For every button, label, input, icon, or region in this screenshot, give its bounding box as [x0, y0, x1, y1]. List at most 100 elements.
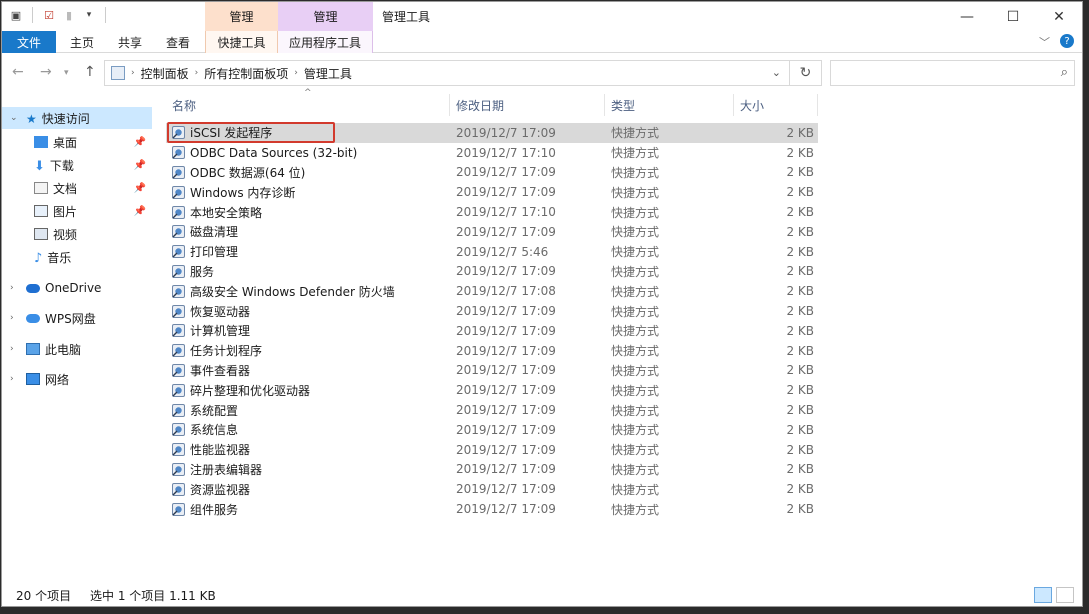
sidebar-item-videos[interactable]: 视频 [2, 223, 152, 245]
tab-file[interactable]: 文件 [2, 31, 56, 53]
chevron-right-icon[interactable]: › [294, 68, 298, 78]
pin-icon[interactable]: 📌 [134, 160, 146, 171]
table-row[interactable]: ODBC Data Sources (32-bit) 2019/12/7 17:1… [166, 143, 818, 163]
context-tab-manage-tools[interactable]: 管理 [205, 2, 278, 31]
file-name-cell[interactable]: 恢复驱动器 [171, 303, 250, 320]
maximize-button[interactable]: ☐ [990, 2, 1036, 31]
file-name-cell[interactable]: 组件服务 [171, 501, 238, 518]
sidebar-item-quick-access[interactable]: ⌄ ★ 快速访问 [2, 107, 152, 129]
table-row[interactable]: 注册表编辑器 2019/12/7 17:09 快捷方式 2 KB [166, 460, 818, 480]
breadcrumb-control-panel[interactable]: 控制面板 [141, 65, 189, 82]
column-header-size[interactable]: 大小 [734, 94, 818, 116]
context-tab-manage-app[interactable]: 管理 [278, 2, 373, 31]
table-row[interactable]: 系统配置 2019/12/7 17:09 快捷方式 2 KB [166, 400, 818, 420]
pin-icon[interactable]: 📌 [134, 183, 146, 194]
file-name-cell[interactable]: 打印管理 [171, 243, 238, 260]
table-row[interactable]: 碎片整理和优化驱动器 2019/12/7 17:09 快捷方式 2 KB [166, 380, 818, 400]
recent-locations-icon[interactable]: ▾ [64, 68, 69, 78]
sidebar-item-network[interactable]: › 网络 [2, 368, 152, 390]
tab-shortcut-tools[interactable]: 快捷工具 [205, 31, 278, 53]
new-folder-icon[interactable]: ▮ [61, 7, 77, 23]
back-arrow-icon[interactable]: ← [12, 64, 24, 80]
file-name-cell[interactable]: 计算机管理 [171, 322, 250, 339]
sidebar-item-pictures[interactable]: 图片 📌 [2, 200, 152, 222]
sidebar-item-downloads[interactable]: ⬇ 下载 📌 [2, 154, 152, 176]
search-icon[interactable]: ⌕ [1061, 65, 1068, 80]
chevron-down-icon[interactable]: ⌄ [772, 66, 781, 79]
table-row[interactable]: 任务计划程序 2019/12/7 17:09 快捷方式 2 KB [166, 341, 818, 361]
help-icon[interactable]: ? [1060, 34, 1074, 48]
admin-tool-shortcut-icon [171, 224, 186, 239]
tab-application-tools[interactable]: 应用程序工具 [278, 31, 373, 53]
column-header-date[interactable]: 修改日期 [450, 94, 605, 116]
close-button[interactable]: ✕ [1036, 2, 1082, 31]
table-row[interactable]: Windows 内存诊断 2019/12/7 17:09 快捷方式 2 KB [166, 182, 818, 202]
file-name-cell[interactable]: 本地安全策略 [171, 204, 262, 221]
table-row[interactable]: 打印管理 2019/12/7 5:46 快捷方式 2 KB [166, 242, 818, 262]
breadcrumb-admin-tools[interactable]: 管理工具 [304, 65, 352, 82]
file-name-cell[interactable]: Windows 内存诊断 [171, 184, 295, 201]
address-bar[interactable]: › 控制面板 › 所有控制面板项 › 管理工具 ⌄ [104, 60, 790, 86]
details-view-icon[interactable] [1034, 587, 1052, 603]
table-row[interactable]: 高级安全 Windows Defender 防火墙 2019/12/7 17:08… [166, 281, 818, 301]
file-name-cell[interactable]: 注册表编辑器 [171, 461, 262, 478]
table-row[interactable]: iSCSI 发起程序 2019/12/7 17:09 快捷方式 2 KB [166, 123, 818, 143]
forward-arrow-icon[interactable]: → [40, 64, 52, 80]
chevron-right-icon[interactable]: › [10, 313, 14, 323]
file-name-cell[interactable]: 任务计划程序 [171, 342, 262, 359]
chevron-right-icon[interactable]: › [131, 68, 135, 78]
chevron-right-icon[interactable]: › [10, 374, 14, 384]
table-row[interactable]: 性能监视器 2019/12/7 17:09 快捷方式 2 KB [166, 440, 818, 460]
file-name-cell[interactable]: 系统信息 [171, 421, 238, 438]
file-name-cell[interactable]: 系统配置 [171, 402, 238, 419]
table-row[interactable]: 资源监视器 2019/12/7 17:09 快捷方式 2 KB [166, 479, 818, 499]
table-row[interactable]: 磁盘清理 2019/12/7 17:09 快捷方式 2 KB [166, 222, 818, 242]
file-name-cell[interactable]: 磁盘清理 [171, 223, 238, 240]
table-row[interactable]: ODBC 数据源(64 位) 2019/12/7 17:09 快捷方式 2 KB [166, 163, 818, 183]
ribbon-expand-icon[interactable]: ﹀ [1039, 34, 1050, 50]
pin-icon[interactable]: 📌 [134, 137, 146, 148]
chevron-right-icon[interactable]: › [10, 344, 14, 354]
sidebar-item-music[interactable]: ♪ 音乐 [2, 246, 152, 268]
pin-icon[interactable]: 📌 [134, 206, 146, 217]
chevron-down-icon[interactable]: ⌄ [10, 113, 18, 123]
sidebar-item-onedrive[interactable]: › OneDrive [2, 277, 152, 299]
file-name-cell[interactable]: 碎片整理和优化驱动器 [171, 382, 310, 399]
sidebar-item-documents[interactable]: 文档 📌 [2, 177, 152, 199]
chevron-right-icon[interactable]: › [195, 68, 199, 78]
table-row[interactable]: 本地安全策略 2019/12/7 17:10 快捷方式 2 KB [166, 202, 818, 222]
table-row[interactable]: 组件服务 2019/12/7 17:09 快捷方式 2 KB [166, 499, 818, 519]
file-name-cell[interactable]: iSCSI 发起程序 [171, 124, 272, 141]
chevron-right-icon[interactable]: › [10, 283, 14, 293]
breadcrumb-all-items[interactable]: 所有控制面板项 [204, 65, 288, 82]
refresh-button[interactable]: ↻ [790, 60, 822, 86]
properties-icon[interactable]: ▣ [8, 7, 24, 23]
table-row[interactable]: 计算机管理 2019/12/7 17:09 快捷方式 2 KB [166, 321, 818, 341]
table-row[interactable]: 恢复驱动器 2019/12/7 17:09 快捷方式 2 KB [166, 301, 818, 321]
large-icons-view-icon[interactable] [1056, 587, 1074, 603]
minimize-button[interactable]: — [944, 2, 990, 31]
checkmark-icon[interactable]: ☑ [41, 7, 57, 23]
table-row[interactable]: 服务 2019/12/7 17:09 快捷方式 2 KB [166, 262, 818, 282]
file-name-cell[interactable]: 服务 [171, 263, 214, 280]
file-name-cell[interactable]: ODBC Data Sources (32-bit) [171, 145, 357, 160]
tab-view[interactable]: 查看 [156, 31, 200, 53]
file-name-cell[interactable]: 高级安全 Windows Defender 防火墙 [171, 283, 395, 300]
file-name-cell[interactable]: 资源监视器 [171, 481, 250, 498]
file-name-cell[interactable]: 性能监视器 [171, 441, 250, 458]
search-input[interactable]: ⌕ [830, 60, 1075, 86]
tab-home[interactable]: 主页 [60, 31, 104, 53]
file-type: 快捷方式 [611, 284, 660, 299]
file-name-cell[interactable]: ODBC 数据源(64 位) [171, 164, 305, 181]
up-arrow-icon[interactable]: ↑ [84, 64, 96, 80]
column-header-type[interactable]: 类型 [605, 94, 734, 116]
table-row[interactable]: 系统信息 2019/12/7 17:09 快捷方式 2 KB [166, 420, 818, 440]
tab-share[interactable]: 共享 [108, 31, 152, 53]
sidebar-item-wps-drive[interactable]: › WPS网盘 [2, 307, 152, 329]
customize-dropdown-icon[interactable]: ▾ [81, 7, 97, 23]
column-header-name[interactable]: 名称 [166, 94, 450, 116]
table-row[interactable]: 事件查看器 2019/12/7 17:09 快捷方式 2 KB [166, 361, 818, 381]
sidebar-item-this-pc[interactable]: › 此电脑 [2, 338, 152, 360]
file-name-cell[interactable]: 事件查看器 [171, 362, 250, 379]
sidebar-item-desktop[interactable]: 桌面 📌 [2, 131, 152, 153]
